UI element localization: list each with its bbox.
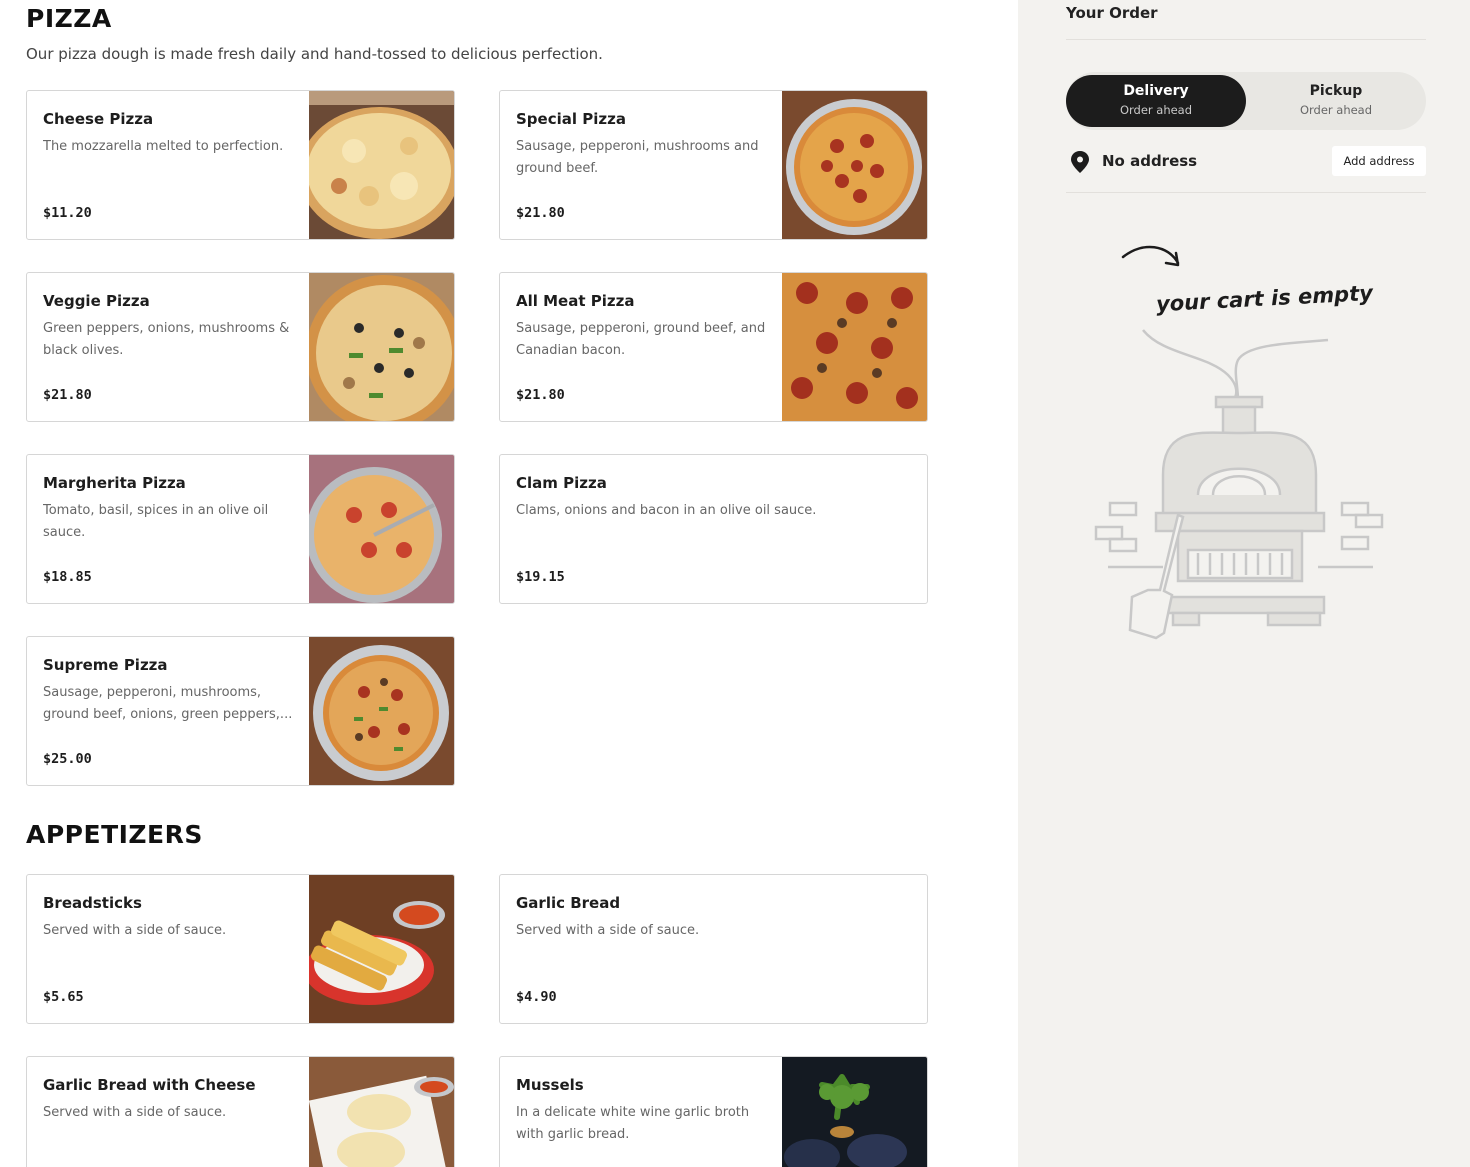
item-description: Sausage, pepperoni, ground beef, and Can…	[516, 321, 766, 358]
menu-item-cheese-pizza[interactable]: Cheese Pizza The mozzarella melted to pe…	[26, 90, 455, 240]
item-name: Clam Pizza	[516, 474, 607, 492]
item-photo-veggie-pizza	[309, 273, 454, 421]
divider	[1066, 192, 1426, 193]
item-price: $19.15	[516, 569, 565, 585]
item-description: Clams, onions and bacon in an olive oil …	[516, 503, 817, 518]
item-price: $21.80	[516, 205, 565, 221]
pickup-sublabel: Order ahead	[1299, 103, 1373, 117]
address-text: No address	[1102, 152, 1198, 170]
delivery-sublabel: Order ahead	[1119, 103, 1193, 117]
item-price: $25.00	[43, 751, 92, 767]
divider	[1066, 39, 1426, 40]
add-address-button[interactable]: Add address	[1332, 146, 1426, 176]
menu-item-special-pizza[interactable]: Special Pizza Sausage, pepperoni, mushro…	[499, 90, 928, 240]
item-name: Breadsticks	[43, 894, 142, 912]
item-price: $21.80	[516, 387, 565, 403]
order-title: Your Order	[1066, 4, 1158, 22]
delivery-label: Delivery	[1123, 83, 1189, 99]
menu-main: PIZZA Our pizza dough is made fresh dail…	[0, 0, 1018, 1167]
item-name: Veggie Pizza	[43, 292, 150, 310]
item-description: Sausage, pepperoni, mushrooms, ground be…	[43, 685, 293, 722]
item-description: Sausage, pepperoni, mushrooms and ground…	[516, 139, 759, 176]
item-description: Served with a side of sauce.	[516, 923, 700, 938]
item-description: Served with a side of sauce.	[43, 1105, 227, 1120]
menu-item-margherita-pizza[interactable]: Margherita Pizza Tomato, basil, spices i…	[26, 454, 455, 604]
item-name: Garlic Bread	[516, 894, 621, 912]
item-description: In a delicate white wine garlic broth wi…	[516, 1105, 750, 1142]
map-pin-icon	[1071, 151, 1089, 173]
item-price: $11.20	[43, 205, 92, 221]
pizza-oven-icon	[1094, 329, 1384, 640]
item-price: $21.80	[43, 387, 92, 403]
item-photo-mussels	[782, 1057, 927, 1167]
item-name: Special Pizza	[516, 110, 626, 128]
pickup-option[interactable]: Pickup Order ahead	[1246, 75, 1426, 127]
item-description: The mozzarella melted to perfection.	[43, 139, 284, 154]
empty-cart-text: your cart is empty	[1155, 281, 1374, 316]
menu-item-all-meat-pizza[interactable]: All Meat Pizza Sausage, pepperoni, groun…	[499, 272, 928, 422]
item-photo-supreme-pizza	[309, 637, 454, 785]
item-name: All Meat Pizza	[516, 292, 635, 310]
item-description: Tomato, basil, spices in an olive oil sa…	[43, 503, 269, 540]
section-description-pizza: Our pizza dough is made fresh daily and …	[26, 45, 603, 63]
item-price: $5.65	[43, 989, 84, 1005]
menu-item-garlic-bread[interactable]: Garlic Bread Served with a side of sauce…	[499, 874, 928, 1024]
menu-item-breadsticks[interactable]: Breadsticks Served with a side of sauce.…	[26, 874, 455, 1024]
menu-item-mussels[interactable]: Mussels In a delicate white wine garlic …	[499, 1056, 928, 1167]
curved-arrow-icon	[1121, 245, 1180, 267]
item-photo-cheese-pizza	[309, 91, 454, 239]
menu-item-clam-pizza[interactable]: Clam Pizza Clams, onions and bacon in an…	[499, 454, 928, 604]
item-name: Cheese Pizza	[43, 110, 154, 128]
order-panel: Your Order Delivery Order ahead Pickup O…	[1018, 0, 1470, 1167]
menu-item-garlic-bread-with-cheese[interactable]: Garlic Bread with Cheese Served with a s…	[26, 1056, 455, 1167]
item-name: Garlic Bread with Cheese	[43, 1076, 256, 1094]
item-photo-margherita-pizza	[309, 455, 454, 603]
delivery-option[interactable]: Delivery Order ahead	[1066, 75, 1246, 127]
address-row: No address Add address	[1066, 145, 1426, 177]
item-price: $18.85	[43, 569, 92, 585]
item-description: Served with a side of sauce.	[43, 923, 227, 938]
fulfillment-toggle: Delivery Order ahead Pickup Order ahead	[1066, 72, 1426, 130]
item-photo-garlic-bread-with-cheese	[309, 1057, 454, 1167]
item-name: Margherita Pizza	[43, 474, 186, 492]
menu-item-veggie-pizza[interactable]: Veggie Pizza Green peppers, onions, mush…	[26, 272, 455, 422]
menu-item-supreme-pizza[interactable]: Supreme Pizza Sausage, pepperoni, mushro…	[26, 636, 455, 786]
item-photo-all-meat-pizza	[782, 273, 927, 421]
item-description: Green peppers, onions, mushrooms & black…	[43, 321, 290, 358]
empty-cart-illustration: your cart is empty	[1094, 245, 1384, 640]
pickup-label: Pickup	[1309, 83, 1363, 99]
item-photo-special-pizza	[782, 91, 927, 239]
section-title-pizza: PIZZA	[26, 4, 112, 33]
section-title-appetizers: APPETIZERS	[26, 820, 203, 849]
item-name: Mussels	[516, 1076, 584, 1094]
item-photo-breadsticks	[309, 875, 454, 1023]
item-name: Supreme Pizza	[43, 656, 168, 674]
item-price: $4.90	[516, 989, 557, 1005]
